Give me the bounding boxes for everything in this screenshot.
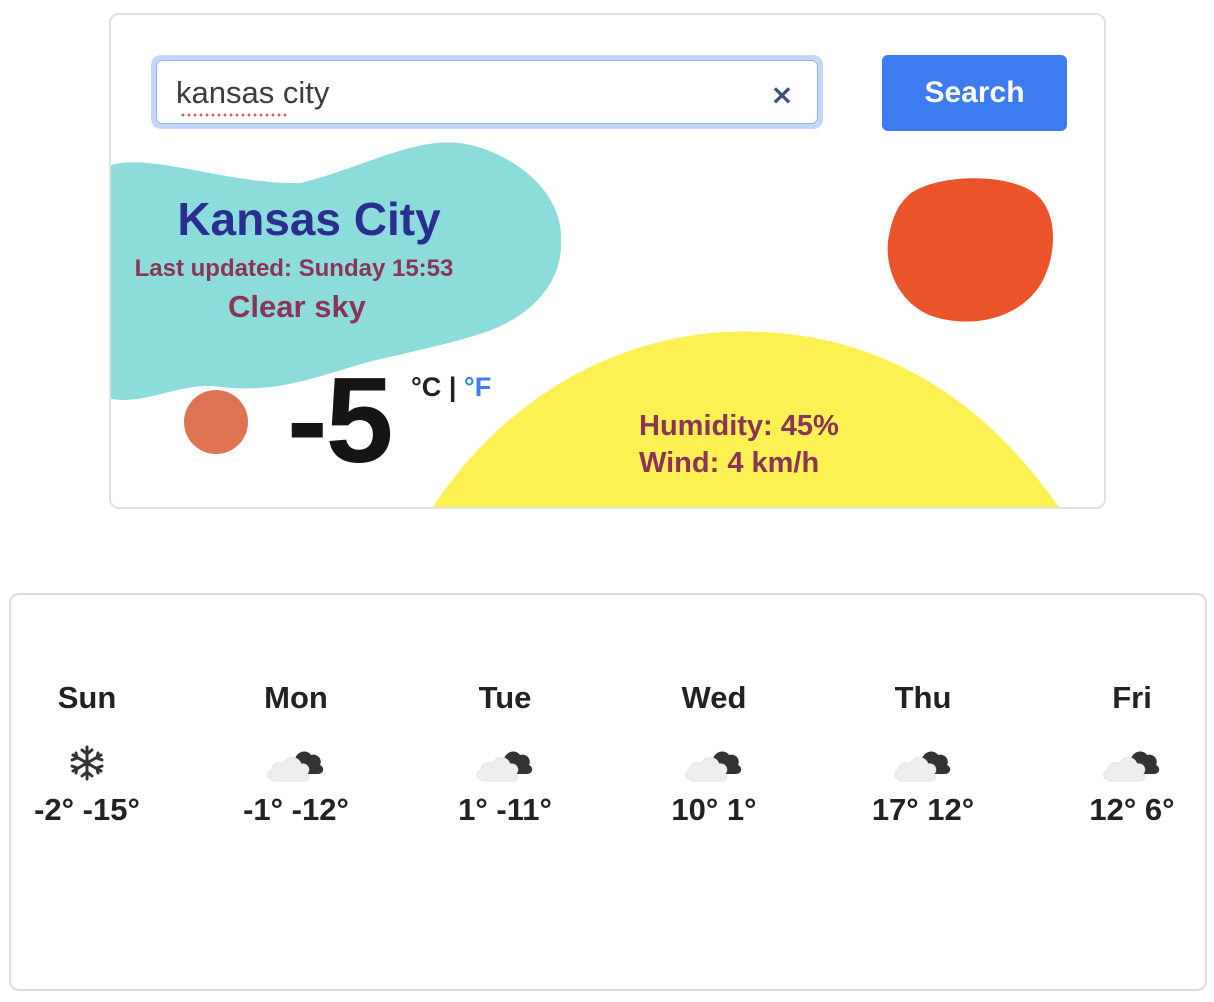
small-circle <box>184 390 248 454</box>
forecast-day: Tue 1° -11° <box>405 679 605 849</box>
humidity: Humidity: 45% <box>639 410 839 442</box>
forecast-temperatures: 10° 1° <box>671 792 757 827</box>
weather-app: × Search Kansas City Last updated: Sunda… <box>0 0 1214 1002</box>
last-updated: Last updated: Sunday 15:53 <box>134 255 454 282</box>
snowflake-icon <box>70 745 104 781</box>
cloudy-icon <box>1103 751 1160 782</box>
search-button[interactable]: Search <box>882 55 1067 131</box>
cloudy-icon <box>894 751 951 782</box>
forecast-temperatures: 1° -11° <box>458 792 552 827</box>
forecast-day: Fri 12° 6° <box>1032 679 1214 849</box>
forecast-temperatures: -2° -15° <box>34 792 140 827</box>
forecast-day-name: Fri <box>1112 680 1152 715</box>
city-search-input[interactable] <box>176 71 736 115</box>
forecast-day-name: Wed <box>681 680 747 715</box>
search-form: × Search <box>151 55 1067 133</box>
city-name: Kansas City <box>177 193 441 245</box>
forecast-temperatures: 12° 6° <box>1089 792 1175 827</box>
spellcheck-underline <box>180 113 288 117</box>
current-temperature: -5 <box>287 352 393 488</box>
clear-search-icon[interactable]: × <box>764 77 800 113</box>
red-blob <box>887 178 1053 322</box>
forecast-temperatures: 17° 12° <box>871 792 975 827</box>
forecast-day: Sun -2° -15° <box>0 679 187 849</box>
fahrenheit-link[interactable]: °F <box>464 372 491 402</box>
forecast-day: Thu 17° 12° <box>823 679 1023 849</box>
cloudy-icon <box>267 751 324 782</box>
cloudy-icon <box>685 751 742 782</box>
forecast-day-name: Thu <box>894 680 952 715</box>
forecast-day: Mon -1° -12° <box>196 679 396 849</box>
forecast-day-name: Tue <box>478 680 532 715</box>
forecast-day-name: Mon <box>264 680 328 715</box>
unit-separator: | <box>448 372 457 402</box>
forecast-temperatures: -1° -12° <box>243 792 349 827</box>
celsius-unit: °C <box>411 372 442 402</box>
wind-speed: Wind: 4 km/h <box>639 447 820 479</box>
weather-description: Clear sky <box>228 289 366 324</box>
search-box: × <box>151 55 823 129</box>
current-weather-card: × Search Kansas City Last updated: Sunda… <box>109 13 1106 509</box>
cloudy-icon <box>476 751 533 782</box>
unit-toggle: °C | °F <box>411 371 491 403</box>
forecast-day: Wed 10° 1° <box>614 679 814 849</box>
forecast-card: Sun -2° -15° Mon -1° -12° Tue 1° -11° We… <box>9 593 1207 991</box>
forecast-day-name: Sun <box>57 680 117 715</box>
